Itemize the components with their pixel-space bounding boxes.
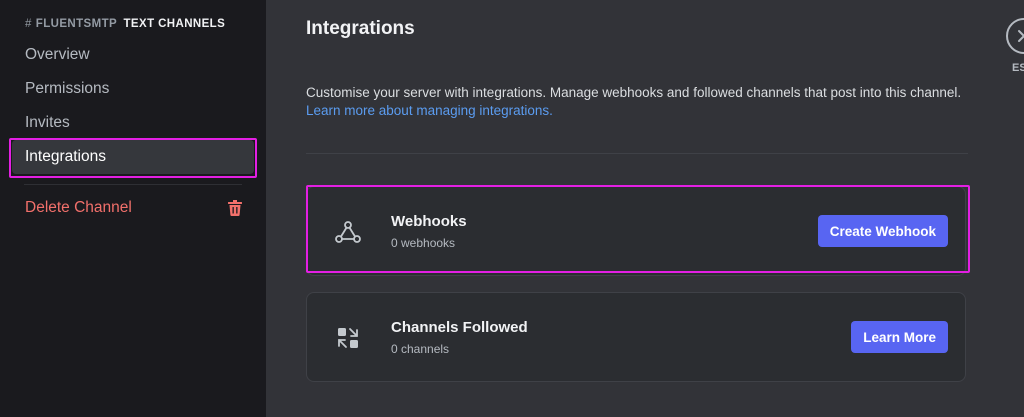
esc-label: ESC — [1012, 62, 1024, 74]
sidebar-item-label: Overview — [25, 46, 90, 63]
category-label: TEXT CHANNELS — [123, 18, 226, 30]
sidebar-item-overview[interactable]: Overview — [12, 38, 254, 72]
sidebar-item-delete-channel[interactable]: Delete Channel — [12, 191, 254, 225]
channel-hash-icon: # — [25, 18, 32, 30]
learn-more-link[interactable]: Learn more about managing integrations. — [306, 103, 553, 118]
webhooks-card[interactable]: Webhooks 0 webhooks Create Webhook — [306, 186, 966, 276]
card-subtitle: 0 webhooks — [391, 236, 456, 250]
sidebar-divider — [24, 184, 242, 185]
channel-name: FLUENTSMTP — [35, 18, 117, 30]
card-subtitle: 0 channels — [391, 342, 450, 356]
learn-more-button[interactable]: Learn More — [851, 321, 948, 353]
sidebar-item-integrations[interactable]: Integrations — [12, 140, 254, 174]
settings-sidebar: # FLUENTSMTP TEXT CHANNELS Overview Permi… — [0, 0, 266, 417]
sidebar-item-label: Delete Channel — [25, 199, 132, 216]
webhook-icon — [333, 217, 363, 247]
channels-followed-icon — [333, 323, 363, 353]
close-icon — [1018, 30, 1024, 42]
content-divider — [306, 153, 968, 154]
main-content: Integrations Customise your server with … — [266, 0, 1024, 417]
card-title: Webhooks — [391, 213, 467, 230]
card-title: Channels Followed — [391, 319, 528, 336]
sidebar-item-invites[interactable]: Invites — [12, 106, 254, 140]
sidebar-item-label: Invites — [25, 114, 70, 131]
create-webhook-button[interactable]: Create Webhook — [817, 215, 948, 247]
page-description: Customise your server with integrations.… — [306, 85, 962, 100]
trash-icon[interactable] — [228, 200, 242, 216]
close-button[interactable] — [1006, 18, 1024, 54]
sidebar-header: # FLUENTSMTP TEXT CHANNELS — [25, 18, 225, 30]
channels-followed-card[interactable]: Channels Followed 0 channels Learn More — [306, 292, 966, 382]
page-title: Integrations — [306, 18, 415, 39]
sidebar-item-label: Permissions — [25, 80, 110, 97]
sidebar-item-label: Integrations — [25, 148, 106, 165]
sidebar-item-permissions[interactable]: Permissions — [12, 72, 254, 106]
